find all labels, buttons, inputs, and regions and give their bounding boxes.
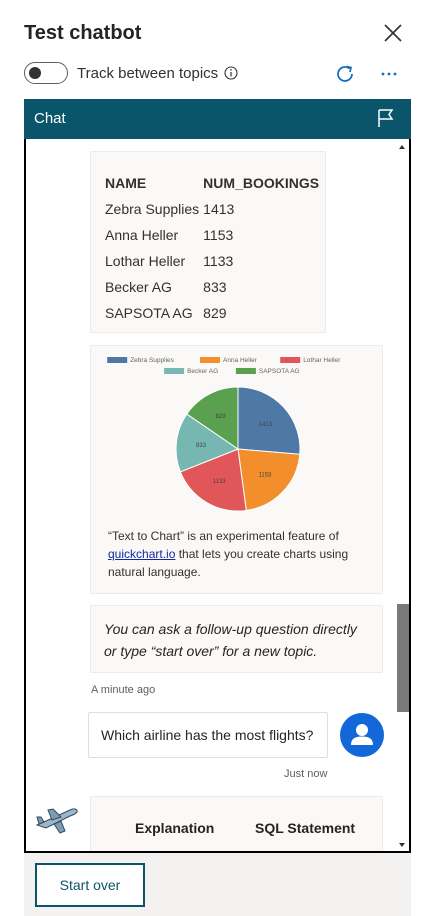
slice-data-label: 829 (216, 414, 227, 420)
table-cell: SAPSOTA AG (105, 305, 193, 321)
legend-swatch (107, 357, 128, 363)
table-row: Becker AG 833 (105, 274, 323, 300)
legend-swatch (280, 357, 301, 363)
pie-chart: Zebra Supplies Anna Heller Lothar Heller Be… (107, 357, 341, 512)
chat-scrollbar[interactable] (395, 139, 409, 851)
table-cell: Anna Heller (105, 227, 179, 243)
pie-slice (237, 386, 301, 455)
slice-data-label: 1153 (258, 473, 272, 479)
user-timestamp: Just now (284, 768, 328, 780)
user-avatar (340, 713, 384, 757)
legend-swatch (164, 368, 185, 374)
caption-text: “Text to Chart” is an experimental featu… (108, 529, 339, 543)
flag-icon[interactable] (375, 107, 397, 129)
pie-slice (237, 448, 301, 512)
legend-swatch (235, 368, 256, 374)
scroll-up-icon[interactable] (397, 142, 407, 152)
table-header-row: NAME NUM_BOOKINGS (105, 170, 323, 196)
user-icon (351, 724, 373, 745)
track-topics-label: Track between topics (77, 64, 219, 82)
explanation-card: Explanation SQL Statement (90, 796, 383, 851)
legend-label: Anna Heller (223, 357, 258, 364)
table-cell: 833 (203, 279, 227, 295)
chart-caption: “Text to Chart” is an experimental featu… (108, 527, 373, 581)
bot-timestamp: A minute ago (91, 684, 156, 696)
explanation-header: Explanation (135, 820, 215, 836)
followup-message: You can ask a follow-up question directl… (90, 605, 383, 673)
quickchart-link[interactable]: quickchart.io (108, 547, 175, 561)
chat-header: Chat (24, 99, 411, 139)
table-cell: Zebra Supplies (105, 201, 200, 217)
slice-data-label: 1133 (213, 479, 227, 485)
user-message-bubble: Which airline has the most flights? (88, 712, 328, 758)
table-row: Zebra Supplies 1413 (105, 196, 323, 222)
followup-text: You can ask a follow-up question directl… (104, 621, 357, 659)
track-topics-row: Track between topics (24, 61, 238, 85)
more-icon[interactable] (378, 63, 400, 85)
chat-transcript[interactable]: NAME NUM_BOOKINGS Zebra Supplies 1413 An… (24, 139, 411, 853)
legend-label: Zebra Supplies (130, 357, 174, 364)
table-row: Lothar Heller 1133 (105, 248, 323, 274)
toggle-knob (29, 67, 41, 79)
info-icon[interactable] (224, 66, 238, 80)
scroll-down-icon[interactable] (397, 840, 407, 850)
sql-statement-header: SQL Statement (255, 820, 356, 836)
panel-title: Test chatbot (24, 22, 142, 44)
slice-data-label: 1413 (259, 422, 273, 428)
table-row: SAPSOTA AG 829 (105, 300, 323, 326)
chat-title: Chat (34, 110, 66, 127)
refresh-icon[interactable] (334, 63, 356, 85)
chat-footer: Start over (24, 853, 411, 916)
table-cell: 1413 (203, 201, 235, 217)
results-table: NAME NUM_BOOKINGS Zebra Supplies 1413 An… (105, 170, 323, 326)
column-header: NUM_BOOKINGS (203, 175, 320, 191)
table-cell: Lothar Heller (105, 253, 186, 269)
scroll-thumb[interactable] (397, 604, 409, 712)
airplane-icon (35, 808, 78, 834)
legend-label: Lothar Heller (303, 357, 341, 364)
slice-data-label: 833 (196, 443, 207, 449)
track-topics-toggle[interactable] (24, 62, 68, 84)
close-icon[interactable] (381, 21, 405, 45)
chart-card: Zebra Supplies Anna Heller Lothar Heller Be… (90, 345, 383, 594)
user-message-text: Which airline has the most flights? (101, 727, 314, 743)
table-cell: 1153 (203, 227, 234, 243)
results-table-card: NAME NUM_BOOKINGS Zebra Supplies 1413 An… (90, 151, 326, 333)
table-cell: 1133 (203, 253, 234, 269)
column-header: NAME (105, 175, 147, 191)
table-cell: 829 (203, 305, 227, 321)
table-row: Anna Heller 1153 (105, 222, 323, 248)
legend-label: SAPSOTA AG (259, 368, 300, 375)
legend-label: Becker AG (187, 368, 218, 375)
legend-swatch (200, 357, 220, 363)
start-over-button[interactable]: Start over (35, 863, 145, 907)
table-cell: Becker AG (105, 279, 172, 295)
